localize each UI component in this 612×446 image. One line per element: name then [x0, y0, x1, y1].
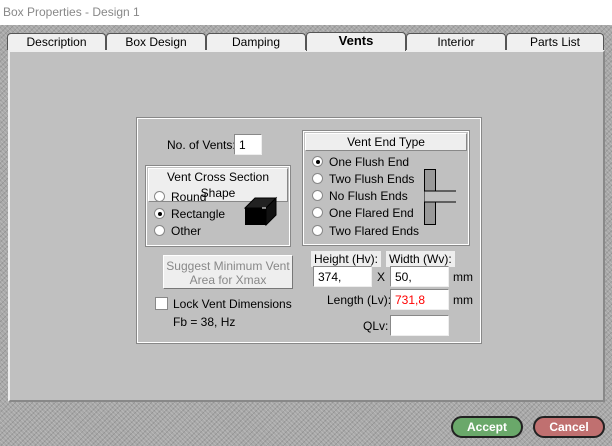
- length-label: Length (Lv):: [327, 293, 392, 307]
- no-of-vents-label: No. of Vents:: [167, 138, 236, 152]
- radio-icon: [312, 225, 323, 236]
- tab-box-design[interactable]: Box Design: [106, 33, 206, 50]
- height-label: Height (Hv):: [311, 251, 382, 267]
- tab-parts-list[interactable]: Parts List: [506, 33, 604, 50]
- radio-selected-icon: [154, 208, 165, 219]
- tab-vents[interactable]: Vents: [306, 32, 406, 51]
- radio-other[interactable]: Other: [154, 222, 201, 239]
- radio-icon: [154, 191, 165, 202]
- radio-round[interactable]: Round: [154, 188, 206, 205]
- length-unit: mm: [453, 293, 473, 307]
- radio-rectangle[interactable]: Rectangle: [154, 205, 225, 222]
- window-title: Box Properties - Design 1: [0, 0, 612, 25]
- width-label: Width (Wv):: [386, 251, 455, 267]
- tab-damping[interactable]: Damping: [206, 33, 306, 50]
- radio-icon: [312, 207, 323, 218]
- lock-vent-dimensions-checkbox[interactable]: [155, 297, 168, 310]
- fb-readout: Fb = 38, Hz: [173, 315, 236, 329]
- end-type-title: Vent End Type: [305, 133, 467, 151]
- width-input[interactable]: [390, 266, 449, 287]
- qlv-input[interactable]: [390, 315, 449, 336]
- tab-interior[interactable]: Interior: [406, 33, 506, 50]
- lock-vent-dimensions-label: Lock Vent Dimensions: [173, 297, 292, 311]
- qlv-label: QLv:: [363, 319, 389, 333]
- radio-icon: [154, 225, 165, 236]
- no-of-vents-input[interactable]: [234, 134, 262, 155]
- radio-no-flush-ends[interactable]: No Flush Ends: [312, 187, 408, 204]
- vent-end-diagram-icon: [424, 169, 456, 225]
- tab-description[interactable]: Description: [7, 33, 106, 50]
- radio-two-flared-ends[interactable]: Two Flared Ends: [312, 222, 419, 239]
- radio-icon: [312, 173, 323, 184]
- width-unit: mm: [453, 270, 473, 284]
- suggest-minimum-vent-area-button[interactable]: Suggest Minimum Vent Area for Xmax: [163, 255, 293, 289]
- x-separator: X: [377, 270, 386, 284]
- accept-button[interactable]: Accept: [451, 416, 523, 438]
- radio-two-flush-ends[interactable]: Two Flush Ends: [312, 170, 414, 187]
- length-input[interactable]: [390, 289, 449, 310]
- radio-icon: [312, 190, 323, 201]
- rectangular-vent-icon: [244, 196, 278, 226]
- radio-one-flared-end[interactable]: One Flared End: [312, 204, 414, 221]
- cancel-button[interactable]: Cancel: [533, 416, 605, 438]
- radio-one-flush-end[interactable]: One Flush End: [312, 153, 409, 170]
- radio-selected-icon: [312, 156, 323, 167]
- height-input[interactable]: [313, 266, 372, 287]
